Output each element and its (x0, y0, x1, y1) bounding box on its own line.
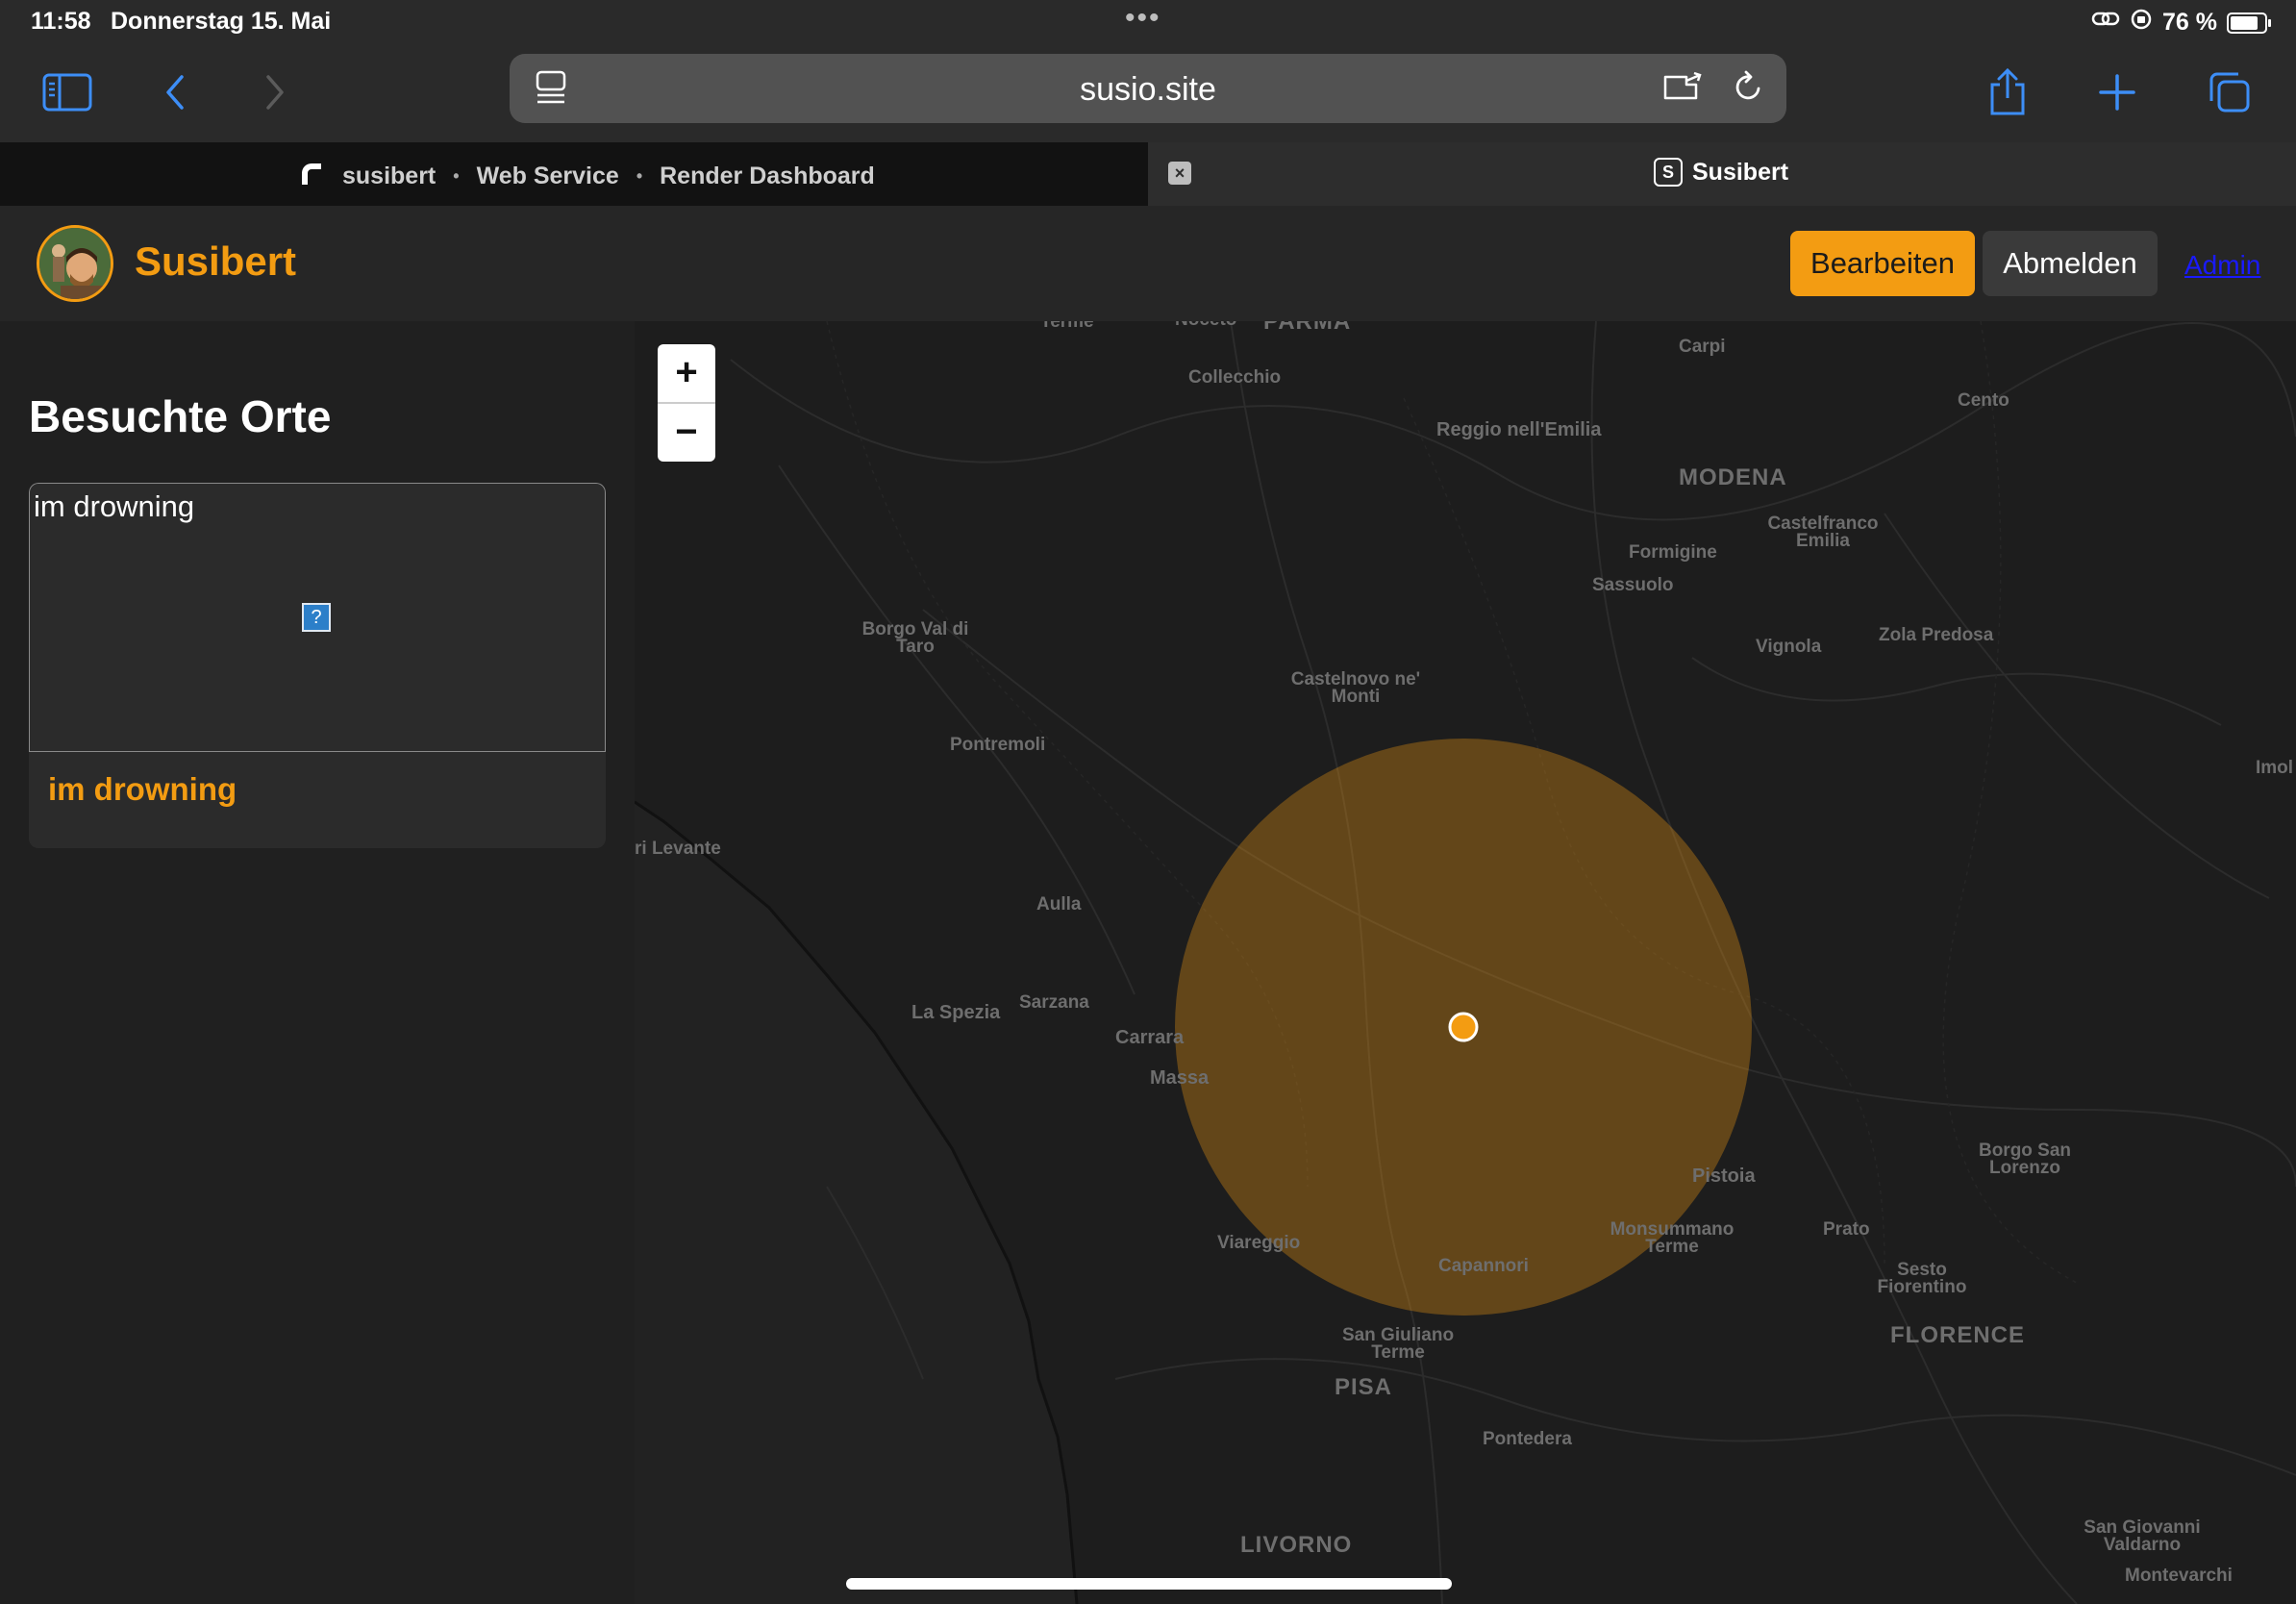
map-label: Vignola (1756, 637, 1822, 657)
battery-percent: 76 % (2162, 9, 2217, 36)
map-label: ri Levante (635, 839, 721, 859)
map-label: Viareggio (1217, 1233, 1301, 1253)
tab-render-dashboard[interactable]: susibert • Web Service • Render Dashboar… (0, 142, 1148, 206)
status-bar: 11:58 Donnerstag 15. Mai ••• 76 % (0, 0, 2296, 46)
map[interactable]: + − Terme Noceto PARMA Carpi Collecchio … (635, 321, 2296, 1604)
map-label: Carrara (1115, 1027, 1185, 1048)
zoom-out-button[interactable]: − (658, 404, 715, 462)
sidebar: Besuchte Orte im drowning ? im drowning (0, 321, 635, 1604)
zoom-in-button[interactable]: + (658, 344, 715, 402)
map-label: LIVORNO (1240, 1532, 1353, 1558)
brand-name[interactable]: Susibert (135, 238, 296, 285)
map-label: PISA (1335, 1374, 1393, 1400)
map-label: La Spezia (911, 1002, 1001, 1023)
status-date: Donnerstag 15. Mai (111, 8, 332, 35)
tabs-overview-icon[interactable] (2198, 63, 2259, 121)
map-label: Montevarchi (2125, 1566, 2233, 1586)
map-label: Castelnovo ne' Monti (1290, 669, 1421, 707)
tab-title: Susibert (1692, 158, 1789, 186)
multitasking-dots-icon[interactable]: ••• (1125, 2, 1161, 35)
map-label: Aulla (1036, 894, 1082, 915)
map-label: Imol (2256, 758, 2294, 778)
map-label: Sesto Fiorentino (1877, 1260, 1967, 1297)
map-label: Reggio nell'Emilia (1436, 419, 1602, 440)
map-label: San Giovanni Valdarno (2084, 1517, 2201, 1555)
admin-link[interactable]: Admin (2184, 250, 2260, 281)
status-indicators: 76 % (2091, 8, 2271, 38)
tab-part-3: Render Dashboard (660, 163, 875, 189)
render-logo-icon (298, 160, 325, 193)
map-label: Monsummano Terme (1610, 1219, 1734, 1257)
map-label: Collecchio (1188, 367, 1282, 388)
map-label: Noceto (1175, 321, 1236, 329)
map-label: Sassuolo (1592, 575, 1674, 595)
place-image[interactable]: im drowning ? (29, 483, 606, 752)
map-label: San Giuliano Terme (1341, 1325, 1455, 1363)
map-tiles (635, 321, 2296, 1604)
orientation-lock-icon (2130, 8, 2153, 38)
back-icon[interactable] (144, 63, 206, 121)
broken-image-icon: ? (302, 603, 331, 632)
map-label: PARMA (1263, 321, 1352, 335)
zoom-control: + − (658, 344, 715, 462)
map-label: Castelfranco Emilia (1767, 514, 1879, 551)
sidebar-toggle-icon[interactable] (37, 63, 98, 121)
extension-icon[interactable] (1661, 69, 1704, 111)
map-label: FLORENCE (1890, 1322, 2025, 1348)
map-label: Pontremoli (950, 735, 1046, 755)
place-name[interactable]: im drowning (48, 771, 237, 808)
tab-part-2: Web Service (476, 163, 619, 189)
map-label: Prato (1823, 1219, 1870, 1240)
site-header: Susibert Bearbeiten Abmelden Admin (0, 206, 2296, 321)
map-label: Sarzana (1019, 992, 1089, 1013)
map-label: Capannori (1438, 1256, 1529, 1276)
forward-icon[interactable] (244, 63, 306, 121)
reload-icon[interactable] (1731, 69, 1765, 111)
place-image-alt: im drowning (34, 489, 195, 523)
map-label: Borgo San Lorenzo (1978, 1140, 2072, 1178)
link-icon (2091, 9, 2120, 37)
map-label: Massa (1150, 1067, 1210, 1089)
status-time: 11:58 (31, 8, 91, 35)
map-label: Formigine (1629, 542, 1717, 563)
tab-susibert[interactable]: S Susibert (1148, 142, 2296, 206)
map-label: Carpi (1679, 337, 1726, 357)
map-label: Borgo Val di Taro (861, 619, 969, 657)
place-card[interactable]: im drowning ? im drowning (29, 483, 606, 848)
map-label: MODENA (1679, 464, 1787, 490)
location-marker[interactable] (1448, 1012, 1479, 1042)
battery-icon (2227, 12, 2271, 34)
logout-button[interactable]: Abmelden (1983, 231, 2158, 296)
url-text: susio.site (1080, 71, 1216, 108)
share-icon[interactable] (1977, 63, 2038, 121)
tab-favicon: S (1654, 158, 1683, 187)
new-tab-icon[interactable] (2086, 63, 2148, 121)
close-tab-icon[interactable]: × (1168, 162, 1191, 185)
map-label: Pistoia (1692, 1165, 1756, 1187)
map-label: Terme (1040, 321, 1094, 332)
home-indicator[interactable] (846, 1578, 1452, 1590)
tab-strip: susibert • Web Service • Render Dashboar… (0, 142, 2296, 206)
tab-part-1: susibert (342, 163, 437, 189)
edit-button[interactable]: Bearbeiten (1790, 231, 1975, 296)
sidebar-title: Besuchte Orte (29, 391, 332, 441)
address-bar[interactable]: susio.site (510, 54, 1786, 123)
map-label: Cento (1958, 390, 2009, 411)
avatar[interactable] (37, 225, 113, 302)
map-label: Zola Predosa (1879, 625, 1994, 645)
map-label: Pontedera (1483, 1429, 1572, 1449)
